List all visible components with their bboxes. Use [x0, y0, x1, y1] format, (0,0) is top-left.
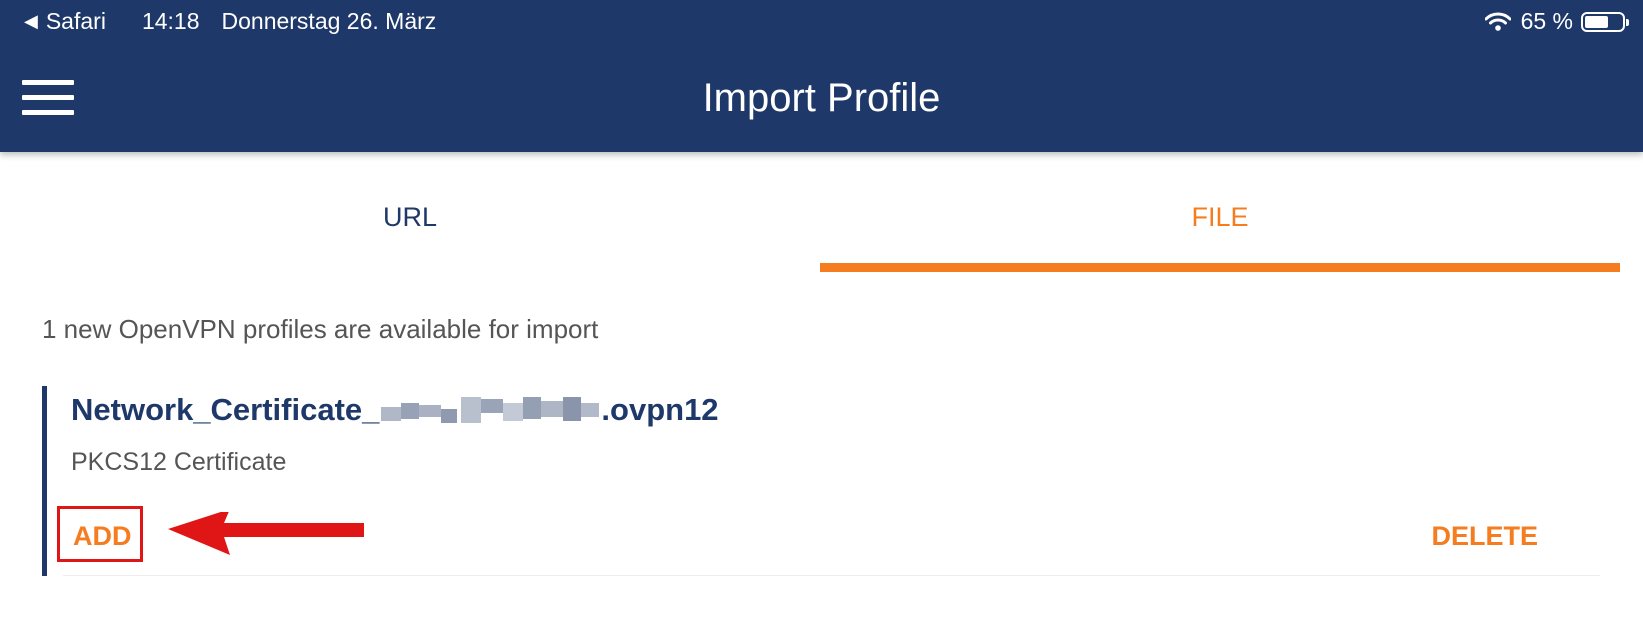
tab-file[interactable]: FILE	[820, 152, 1620, 272]
profile-filename: Network_Certificate_ .ovpn12	[71, 392, 719, 428]
status-left: ◀ Safari 14:18 Donnerstag 26. März	[24, 8, 436, 35]
tab-url-label: URL	[382, 202, 437, 232]
delete-button[interactable]: DELETE	[1431, 521, 1538, 552]
profile-name-prefix: Network_Certificate_	[71, 392, 380, 427]
tab-url[interactable]: URL	[0, 152, 820, 272]
tab-file-label: FILE	[1191, 202, 1249, 232]
tab-bar: URL FILE	[0, 152, 1643, 272]
status-date: Donnerstag 26. März	[221, 8, 437, 34]
highlight-box-annotation	[57, 506, 143, 562]
wifi-icon	[1484, 12, 1511, 31]
page-title: Import Profile	[702, 76, 941, 120]
red-arrow-annotation-icon	[168, 512, 364, 555]
battery-fill	[1585, 15, 1609, 28]
tab-selected-indicator	[820, 263, 1620, 272]
redacted-name-segment	[381, 393, 600, 427]
card-divider	[63, 575, 1600, 576]
status-time: 14:18	[141, 8, 200, 34]
app-header: ◀ Safari 14:18 Donnerstag 26. März 65 % …	[0, 0, 1643, 152]
certificate-type: PKCS12 Certificate	[71, 448, 287, 476]
status-bar: ◀ Safari 14:18 Donnerstag 26. März 65 %	[0, 0, 1643, 42]
back-arrow-icon[interactable]: ◀	[24, 11, 38, 32]
battery-icon	[1581, 11, 1629, 32]
profile-name-suffix: .ovpn12	[601, 392, 719, 427]
battery-percent: 65 %	[1520, 8, 1573, 34]
back-to-app-label[interactable]: Safari	[46, 8, 106, 35]
status-right: 65 %	[1484, 8, 1629, 35]
import-info-text: 1 new OpenVPN profiles are available for…	[42, 314, 599, 344]
